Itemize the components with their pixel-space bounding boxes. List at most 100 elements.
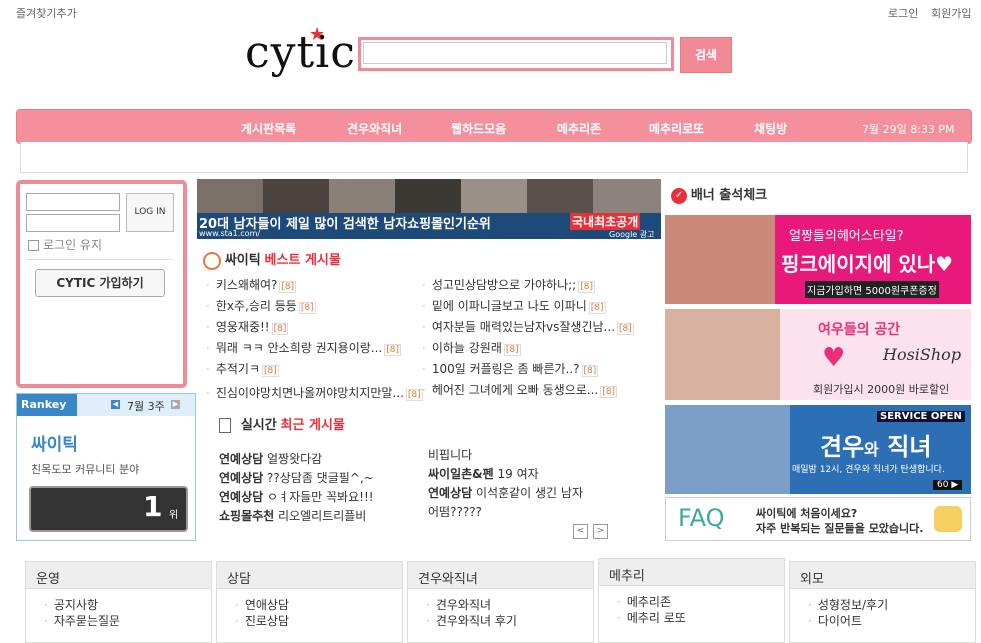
- nav-item-board-list[interactable]: 게시판목록: [241, 120, 296, 137]
- category-item[interactable]: · 메추리 로또: [599, 610, 784, 626]
- category-item[interactable]: · 성형정보/후기: [790, 597, 975, 613]
- ad-url: www.sta1.com/: [199, 229, 261, 238]
- nav-item-webhard[interactable]: 웹하드모음: [451, 120, 506, 137]
- post-title: 얼짱왓다감: [267, 452, 323, 466]
- list-item[interactable]: · 추적기ㅋ [8]: [206, 360, 416, 384]
- post-category: 연예상담: [219, 452, 264, 466]
- category-item[interactable]: · 진로상담: [217, 613, 402, 629]
- category-title: 메추리: [599, 559, 784, 586]
- list-item[interactable]: 비핍니다: [428, 446, 660, 465]
- list-item[interactable]: · 영웅재중!! [8]: [206, 318, 416, 339]
- nav-item-gyeonwoo[interactable]: 견우와직녀: [347, 120, 402, 137]
- next-week-icon[interactable]: ▶: [171, 400, 180, 409]
- site-logo[interactable]: cytic: [245, 27, 356, 78]
- ad-tag: 국내최초공개: [570, 213, 641, 230]
- banner-faq[interactable]: FAQ 싸이틱에 처음이세요? 자주 반복되는 질문들을 모았습니다.: [665, 497, 971, 541]
- category-item-label: 성형정보/후기: [817, 598, 889, 612]
- list-item[interactable]: · 한x주,승리 등등 [8]: [206, 297, 416, 318]
- category-item[interactable]: · 연애상담: [217, 597, 402, 613]
- category-appearance: 외모 · 성형정보/후기 · 다이어트: [789, 561, 976, 643]
- password-input[interactable]: [26, 214, 120, 232]
- nav-item-mechuri-lotto[interactable]: 메추리로또: [649, 120, 704, 137]
- banner-hosi-shop[interactable]: 여우들의 공간 ♥ HosiShop 회원가입시 2000원 바로할인: [665, 309, 971, 400]
- prev-page-icon[interactable]: <: [573, 524, 588, 539]
- cat-icon: [934, 506, 962, 532]
- list-item[interactable]: 싸이일촌&펜 19 여자: [428, 465, 660, 484]
- banner3-title: 견우와 직녀: [820, 427, 931, 462]
- category-item[interactable]: · 메추리존: [599, 594, 784, 610]
- bookmark-link[interactable]: 즐겨찾기추가: [16, 5, 77, 21]
- medal-icon: [203, 251, 221, 270]
- banner-gyeonwoo[interactable]: SERVICE OPEN 견우와 직녀 매일밤 12시, 견우와 직녀가 탄생합…: [665, 405, 971, 494]
- best-list-left: · 키스왜해여? [8] · 한x주,승리 등등 [8] · 영웅재중!! [8] · 뭐래 …: [206, 276, 423, 405]
- list-item[interactable]: · 밑에 이파니글보고 나도 이파니 [8]: [422, 297, 662, 318]
- category-item[interactable]: · 자주묻는질문: [26, 613, 211, 629]
- category-item[interactable]: · 공지사항: [26, 597, 211, 613]
- list-item[interactable]: · 진심이야망치면나올꺼야망치지만말... [8]: [206, 384, 423, 405]
- category-item-label: 연애상담: [244, 598, 289, 612]
- banner-pink-age[interactable]: 얼짱들의헤어스타일? 핑크에이지에 있나♥ 지금가입하면 5000원쿠폰증정: [665, 215, 971, 304]
- list-item[interactable]: 어떰?????: [428, 503, 660, 522]
- category-item[interactable]: · 다이어트: [790, 613, 975, 629]
- search-input[interactable]: [363, 42, 667, 64]
- ad-banner[interactable]: 20대 남자들이 제일 많이 검색한 남자쇼핑몰인기순위 국내최초공개 www.…: [197, 179, 661, 239]
- banner3-illustration: [665, 405, 790, 494]
- list-item[interactable]: · 이하늘 강원래 [8]: [422, 339, 662, 360]
- login-box: LOG IN 로그인 유지 CYTIC 가입하기: [16, 180, 187, 388]
- post-category: 연예상담: [428, 486, 473, 500]
- keep-login-checkbox[interactable]: [28, 240, 39, 251]
- login-button[interactable]: LOG IN: [126, 193, 174, 232]
- list-item[interactable]: · 키스왜해여? [8]: [206, 276, 416, 297]
- banner3-title-c: 직녀: [887, 433, 932, 461]
- login-link[interactable]: 로그인: [888, 5, 918, 21]
- post-title: ??상담좀 댓글필^,~: [267, 471, 374, 485]
- post-title: 뭐래 ㅋㅋ 안소희랑 권지용이랑...: [215, 341, 383, 355]
- search-button-label: 검색: [694, 48, 718, 62]
- category-operation: 운영 · 공지사항 · 자주묻는질문: [25, 561, 212, 643]
- comment-count: [8]: [298, 302, 316, 314]
- signup-button-label: CYTIC 가입하기: [56, 276, 144, 290]
- comment-count: [8]: [271, 323, 289, 335]
- post-title: 추적기ㅋ: [215, 362, 260, 376]
- nav-item-mechuri-zone[interactable]: 메추리존: [557, 120, 601, 137]
- check-title-text: 배너 출석체크: [690, 188, 768, 203]
- faq-line2: 자주 반복되는 질문들을 모았습니다.: [756, 522, 924, 535]
- category-item-label: 메추리존: [626, 595, 671, 609]
- list-item[interactable]: · 여자분들 매력있는남자vs잘생긴남... [8]: [422, 318, 662, 339]
- rankey-rank-box: 1 위: [29, 486, 188, 532]
- next-page-icon[interactable]: >: [593, 524, 608, 539]
- category-item[interactable]: · 견우와직녀: [408, 597, 593, 613]
- post-category: 싸이일촌&펜: [428, 467, 494, 481]
- search-button[interactable]: 검색: [680, 37, 732, 73]
- heart-icon: ♥: [822, 343, 846, 373]
- sub-bar: [20, 142, 968, 173]
- rankey-logo: Rankey: [17, 394, 77, 416]
- join-link[interactable]: 회원가입: [931, 5, 971, 21]
- banner1-photo: [665, 215, 775, 304]
- list-item[interactable]: 연예상담 ??상담좀 댓글필^,~: [219, 469, 424, 488]
- prev-week-icon[interactable]: ◀: [111, 400, 120, 409]
- list-item[interactable]: · 헤어진 그녀에게 오빠 동생으로... [8]: [422, 381, 662, 402]
- comment-count: [8]: [588, 302, 606, 314]
- nav-item-chat[interactable]: 채팅방: [754, 120, 787, 137]
- list-item[interactable]: 연예상담 이석훈같이 생긴 남자: [428, 484, 660, 503]
- category-item[interactable]: · 견우와직녀 후기: [408, 613, 593, 629]
- list-item[interactable]: 쇼핑몰추천 리오엘리트리플비: [219, 507, 424, 526]
- list-item[interactable]: 연예상담 ㅇㅕ자들만 꼭봐요!!!: [219, 488, 424, 507]
- list-item[interactable]: · 100일 커플링은 좀 빠른가..? [8]: [422, 360, 662, 381]
- document-icon: [219, 418, 231, 433]
- best-title-b: 베스트 게시물: [264, 253, 341, 268]
- list-item[interactable]: · 뭐래 ㅋㅋ 안소희랑 권지용이랑... [8]: [206, 339, 416, 360]
- post-category: 쇼핑몰추천: [219, 509, 275, 523]
- rankey-box: Rankey ◀ 7월 3주 ▶ 싸이틱 친목도모 커뮤니티 분야 1 위: [16, 393, 196, 541]
- comment-count: [8]: [262, 365, 279, 377]
- signup-button[interactable]: CYTIC 가입하기: [35, 269, 165, 297]
- category-item-label: 공지사항: [53, 598, 98, 612]
- id-input[interactable]: [26, 193, 120, 211]
- banner3-service: SERVICE OPEN: [877, 411, 965, 422]
- post-title: 어떰?????: [428, 505, 482, 519]
- list-item[interactable]: 연예상담 얼짱왓다감: [219, 450, 424, 469]
- list-item[interactable]: · 성고민상담방으로 가야하나;; [8]: [422, 276, 662, 297]
- banner1-line1: 얼짱들의헤어스타일?: [789, 229, 904, 244]
- post-title: 헤어진 그녀에게 오빠 동생으로...: [431, 383, 599, 397]
